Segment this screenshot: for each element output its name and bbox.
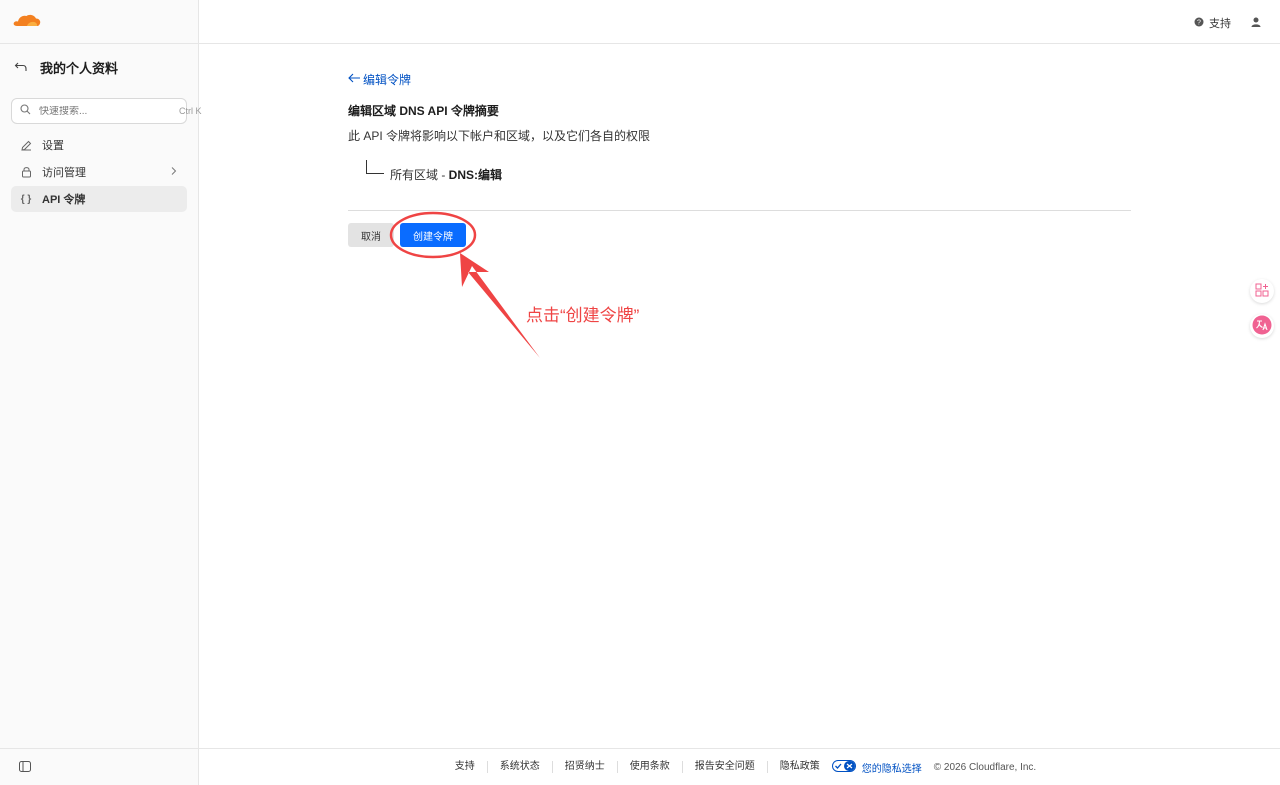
profile-title: 我的个人资料 [40,60,119,76]
user-icon[interactable] [1251,16,1261,30]
sidebar-item-settings[interactable]: 设置 [11,132,187,158]
sidebar-item-label: 访问管理 [42,167,86,179]
footer-link-terms[interactable]: 使用条款 [618,761,683,773]
footer-link-support[interactable]: 支持 [443,761,488,773]
annotation-circle [389,211,477,259]
search-icon [20,104,31,118]
privacy-toggle-icon [831,759,856,775]
back-arrow-icon[interactable] [14,60,28,74]
back-link-label: 编辑令牌 [363,73,412,87]
footer: 支持 系统状态 招贤纳士 使用条款 报告安全问题 隐私政策 您的隐私选择 © 2… [199,748,1280,785]
pencil-icon [20,139,32,151]
privacy-choice-link[interactable]: 您的隐私选择 [831,759,934,775]
footer-link-privacy[interactable]: 隐私政策 [768,761,832,773]
sidebar-item-label: API 令牌 [42,194,86,206]
lock-icon [20,166,32,178]
footer-link-security[interactable]: 报告安全问题 [683,761,768,773]
translate-float-button[interactable] [1250,314,1274,338]
permission-row: 所有区域 - DNS:编辑 [390,166,502,183]
support-link[interactable]: ? 支持 [1194,15,1231,31]
sidebar-toggle-icon[interactable] [19,761,31,772]
sidebar: 我的个人资料 Ctrl K 设置 访问管理 { } API 令牌 [0,0,202,785]
translate-icon [1252,315,1272,338]
copyright: © 2026 Cloudflare, Inc. [933,761,1037,773]
back-to-edit-token-link[interactable]: 编辑令牌 [348,71,411,88]
permission-scope: 所有区域 - [390,168,449,182]
footer-link-careers[interactable]: 招贤纳士 [553,761,618,773]
arrow-left-icon [348,72,361,87]
sidebar-item-api-tokens[interactable]: { } API 令牌 [11,186,187,212]
sidebar-nav: 设置 访问管理 { } API 令牌 [11,132,187,213]
chevron-right-icon [170,166,178,179]
sidebar-item-access-management[interactable]: 访问管理 [11,159,187,185]
annotation-highlight [389,211,540,358]
topbar: ? 支持 [199,0,1280,44]
footer-link-status[interactable]: 系统状态 [488,761,553,773]
search-box[interactable]: Ctrl K [11,98,202,124]
search-input[interactable] [39,105,171,117]
logo-area [0,0,199,44]
summary-title: 编辑区域 DNS API 令牌摘要 [348,104,499,118]
summary-description: 此 API 令牌将影响以下帐户和区域，以及它们各自的权限 [348,129,651,143]
annotation-text: 点击“创建令牌” [526,306,640,325]
sidebar-item-label: 设置 [42,140,64,152]
search-shortcut: Ctrl K [179,106,202,116]
cloudflare-logo-icon[interactable] [13,13,41,30]
permission-value: DNS:编辑 [448,168,503,182]
privacy-choice-label: 您的隐私选择 [861,763,922,775]
braces-icon: { } [20,193,32,205]
support-label: 支持 [1209,18,1231,30]
apps-float-button[interactable] [1250,279,1274,303]
tree-connector [366,160,384,174]
apps-icon [1255,283,1269,300]
svg-text:?: ? [1197,19,1201,26]
profile-header: 我的个人资料 [14,58,118,76]
help-circle-icon: ? [1194,17,1204,30]
